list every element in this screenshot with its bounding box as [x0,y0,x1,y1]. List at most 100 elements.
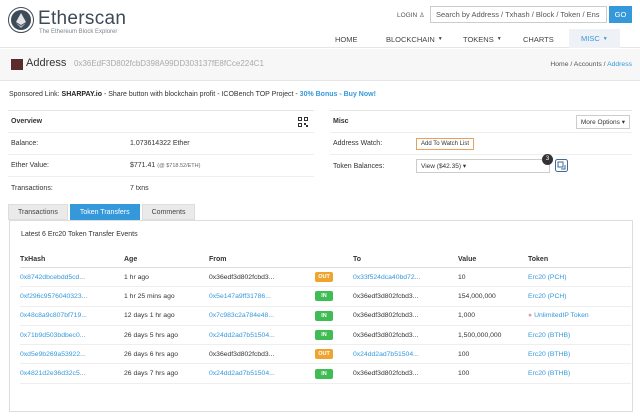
overview-panel: Overview Balance: 1.073614322 Ether Ethe… [8,110,314,195]
nav-blockchain[interactable]: BLOCKCHAIN ▼ [386,30,443,48]
token-balances-dropdown[interactable]: View ($42.35) ▾ [416,159,550,173]
tab-transactions[interactable]: Transactions [8,204,68,220]
col-age: Age [124,249,209,268]
age-cell: 1 hr ago [124,273,149,281]
nav-misc[interactable]: MISC ▼ [569,29,620,48]
table-row: 0x71b9d503bdbec0... 26 days 5 hrs ago 0x24… [20,325,631,346]
transactions-row: Transactions: 7 txns [8,177,314,199]
nav-tokens-label: TOKENS [463,34,494,44]
direction-badge: IN [315,310,333,321]
qr-code-icon[interactable] [298,117,308,127]
address-hash: 0x36EdF3D802fcbD398A99DD303137fE8fCce224… [74,59,264,68]
token-link[interactable]: Erc20 (BTHB) [528,370,570,377]
more-options-button[interactable]: More Options ▾ [575,115,630,129]
table-row: 0x48c8a9c807bf719... 12 days 1 hr ago 0x7c… [20,306,631,326]
from-address: 0x36edf3d802fcbd3... [209,273,275,281]
nav-charts[interactable]: CHARTS [523,30,554,48]
direction-badge: IN [315,291,333,302]
table-row: 0xd5e9b269a53922... 26 days 6 hrs ago 0x36… [20,344,631,365]
login-label: LOGIN [397,12,418,19]
token-balances-icon[interactable] [555,159,568,172]
sponsor-prefix: Sponsored Link: [9,91,60,98]
breadcrumb: Home / Accounts / Address [550,61,632,68]
from-address[interactable]: 0x5e147a9ff31786... [209,293,271,300]
value-cell: 100 [458,370,470,378]
token-transfers-table: TxHash Age From To Value Token 0x8742dbc… [20,249,631,384]
user-icon: ♙ [419,12,425,19]
overview-header: Overview [8,111,314,133]
nav-home[interactable]: HOME [335,30,358,48]
ether-value-amount: $771.41 [130,162,156,169]
chevron-down-icon: ▼ [496,36,502,42]
breadcrumb-sep: / [603,61,606,68]
age-cell: 26 days 6 hrs ago [124,350,179,358]
balance-label: Balance: [11,140,39,147]
table-header-row: TxHash Age From To Value Token [20,249,631,268]
token-transfers-panel: Latest 6 Erc20 Token Transfer Events TxH… [9,220,633,412]
token-link[interactable]: Erc20 (BTHB) [528,351,570,358]
txhash-link[interactable]: 0x71b9d503bdbec0... [20,332,85,339]
table-row: 0x8742dbcebdd5cd... 1 hr ago 0x36edf3d802f… [20,267,631,288]
events-title: Latest 6 Erc20 Token Transfer Events [21,231,138,238]
value-cell: 154,000,000 [458,292,496,300]
to-address: 0x36edf3d802fcbd3... [353,312,419,320]
token-link[interactable]: Erc20 (PCH) [528,274,567,281]
col-txhash: TxHash [20,249,124,268]
from-address: 0x36edf3d802fcbd3... [209,350,275,358]
age-cell: 1 hr 25 mins ago [124,292,175,300]
brand-tagline: The Ethereum Block Explorer [39,29,118,35]
nav-misc-label: MISC [581,34,600,43]
to-address[interactable]: 0x33f524dca40bd72... [353,274,420,281]
add-to-watch-list-button[interactable]: Add To Watch List [416,137,475,150]
from-address[interactable]: 0x24dd2ad7b51504... [209,332,275,339]
txhash-link[interactable]: 0x8742dbcebdd5cd... [20,274,85,281]
sponsored-link: Sponsored Link: SHARPAY.io - Share butto… [9,91,376,98]
tab-token-transfers[interactable]: Token Transfers [69,204,140,220]
balance-row: Balance: 1.073614322 Ether [8,133,314,155]
sponsor-bonus-link[interactable]: 30% Bonus - Buy Now! [300,91,376,98]
col-direction [315,249,353,268]
sponsor-name[interactable]: SHARPAY.io [62,91,102,98]
misc-panel: Misc More Options ▾ Address Watch: Add T… [330,110,632,174]
token-link[interactable]: Erc20 (PCH) [528,293,567,300]
ether-value-row: Ether Value: $771.41 (@ $718.52/ETH) [8,155,314,177]
misc-title: Misc [333,118,349,125]
page-title-bar: Address 0x36EdF3D802fcbD398A99DD303137fE… [0,49,640,81]
direction-badge: IN [315,330,333,341]
address-watch-label: Address Watch: [333,140,383,147]
table-row: 0x4821d2e36d32c5... 26 days 7 hrs ago 0x24… [20,363,631,384]
table-row: 0xf296c9576040323... 1 hr 25 mins ago 0x5e… [20,286,631,307]
txhash-link[interactable]: 0x48c8a9c807bf719... [20,312,87,319]
brand-name[interactable]: Etherscan [38,8,126,30]
search-go-button[interactable]: GO [609,6,632,23]
etherscan-logo-icon[interactable] [8,7,34,33]
token-logo-icon: ● [528,312,533,320]
age-cell: 26 days 7 hrs ago [124,370,179,378]
token-balances-label: Token Balances: [333,162,385,170]
from-address[interactable]: 0x24dd2ad7b51504... [209,370,275,377]
breadcrumb-accounts[interactable]: Accounts [574,61,602,68]
misc-header: Misc More Options ▾ [330,111,632,133]
to-address[interactable]: 0x24dd2ad7b51504... [353,351,419,358]
token-link[interactable]: UnlimitedIP Token [534,312,589,319]
txhash-link[interactable]: 0x4821d2e36d32c5... [20,370,85,377]
overview-title: Overview [11,118,43,125]
to-address: 0x36edf3d802fcbd3... [353,370,419,378]
nav-tokens[interactable]: TOKENS ▼ [463,30,502,48]
txhash-link[interactable]: 0xf296c9576040323... [20,293,87,300]
chevron-down-icon: ▼ [437,36,443,42]
nav-blockchain-label: BLOCKCHAIN [386,34,435,44]
from-address[interactable]: 0x7c983c2a784e48... [209,312,274,319]
token-count-badge: 3 [542,154,553,165]
token-balances-value: View ($42.35) [421,163,461,170]
direction-badge: IN [315,368,333,379]
address-watch-row: Address Watch: Add To Watch List [330,133,632,155]
direction-badge: OUT [315,349,333,360]
token-link[interactable]: Erc20 (BTHB) [528,332,570,339]
search-input[interactable]: Search by Address / Txhash / Block / Tok… [430,6,607,23]
value-cell: 1,000 [458,312,476,320]
txhash-link[interactable]: 0xd5e9b269a53922... [20,351,86,358]
breadcrumb-home[interactable]: Home [550,61,568,68]
tab-comments[interactable]: Comments [141,204,196,220]
login-link[interactable]: LOGIN ♙ [397,11,425,19]
